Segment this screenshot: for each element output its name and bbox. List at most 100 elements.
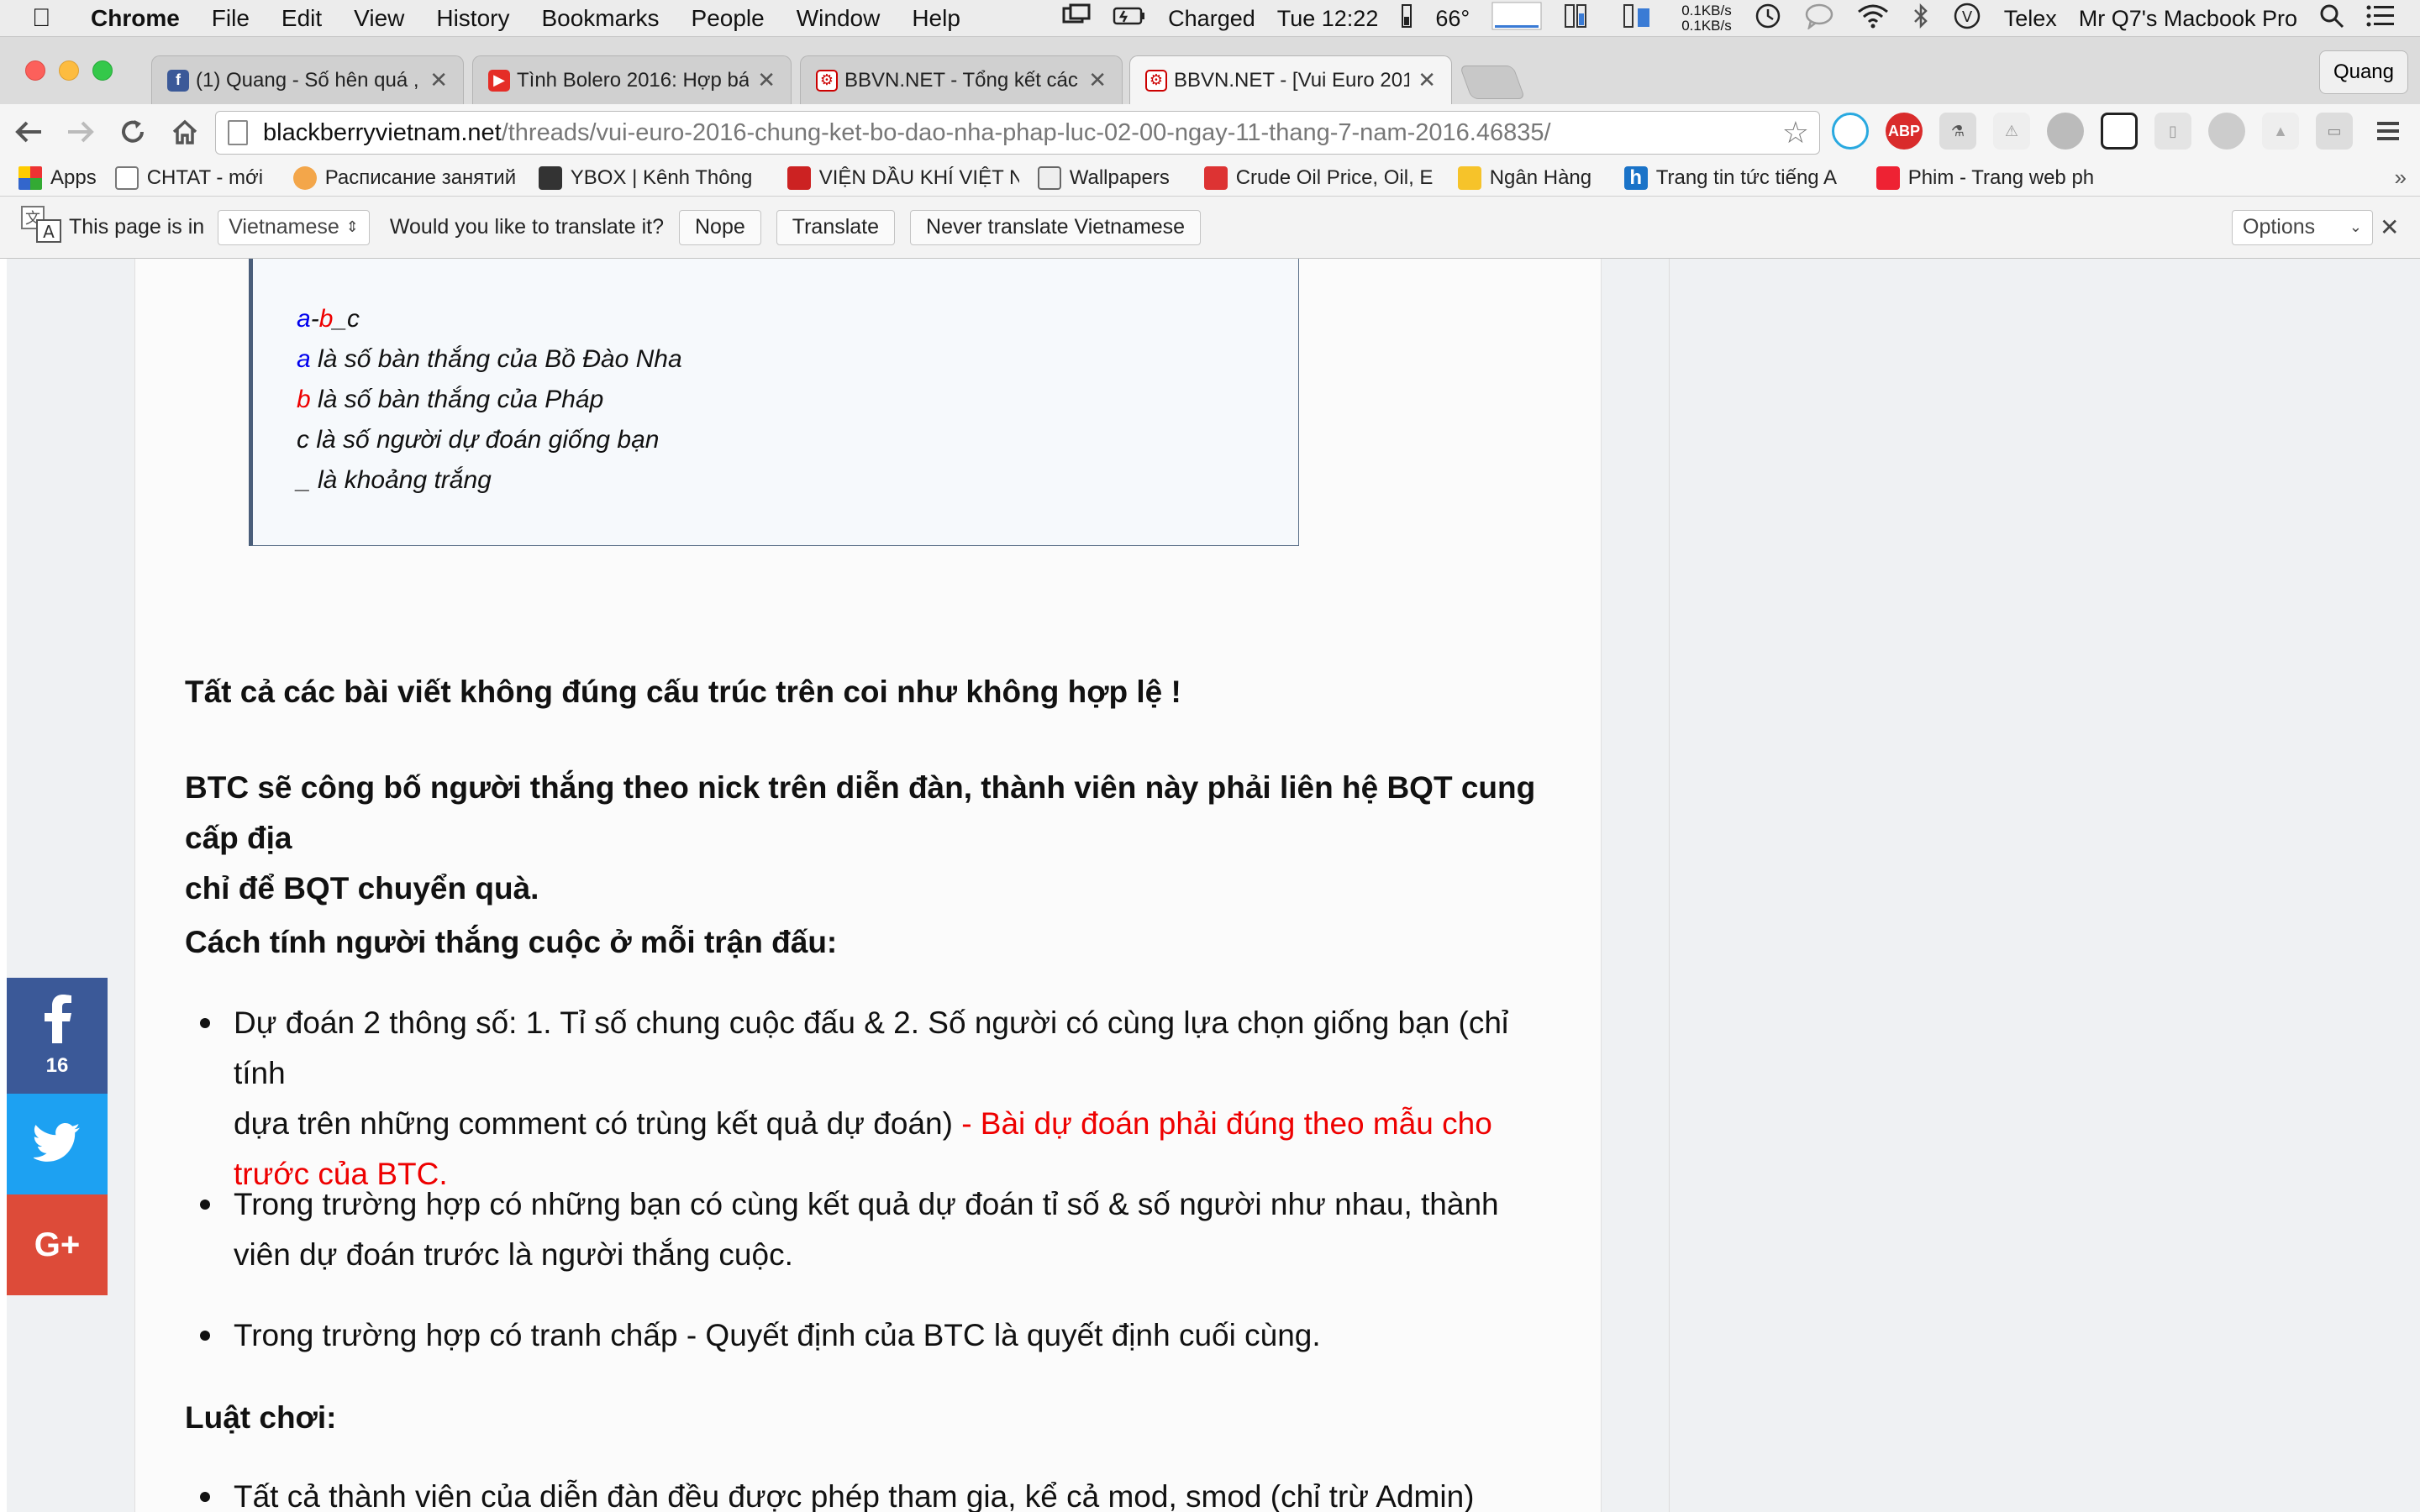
bookmark-label: CHTAT - mới bbox=[146, 165, 264, 189]
close-tab-icon[interactable]: ✕ bbox=[429, 67, 448, 93]
forward-arrow-icon[interactable] bbox=[57, 108, 104, 155]
how-to-win-heading: Cách tính người thắng cuộc ở mỗi trận đấ… bbox=[185, 925, 838, 959]
notification-center-icon[interactable] bbox=[2366, 4, 2395, 34]
nope-button[interactable]: Nope bbox=[678, 209, 761, 245]
browser-window: f (1) Quang - Số hên quá , Eu ✕ ▶ Tình B… bbox=[0, 37, 2420, 1512]
bookmark-vien-dau-khi[interactable]: VIỆN DẦU KHÍ VIỆT N bbox=[786, 165, 1019, 190]
translate-options-select[interactable]: Options ⌄ bbox=[2232, 209, 2373, 245]
cpu-graph-icon bbox=[1491, 2, 1542, 36]
address-bar[interactable]: blackberryvietnam.net/threads/vui-euro-2… bbox=[215, 111, 1820, 155]
battery-icon[interactable] bbox=[1113, 6, 1146, 32]
bookmark-phim[interactable]: Phim - Trang web ph bbox=[1876, 165, 2105, 190]
bookmark-chtat[interactable]: CHTAT - mới bbox=[114, 165, 275, 190]
facebook-share-button[interactable]: 16 bbox=[7, 978, 108, 1094]
screenshot-extension-icon[interactable] bbox=[2101, 113, 2138, 150]
bookmark-ybox[interactable]: YBOX | Kênh Thông bbox=[538, 165, 769, 190]
quote-line-a: a là số bàn thắng của Bồ Đào Nha bbox=[297, 339, 1298, 380]
apple-icon[interactable]:  bbox=[32, 4, 74, 33]
toolbar: blackberryvietnam.net/threads/vui-euro-2… bbox=[0, 104, 2420, 160]
maximize-window-button[interactable] bbox=[92, 60, 113, 81]
adblock-plus-extension-icon[interactable]: ABP bbox=[1886, 113, 1923, 150]
minimize-window-button[interactable] bbox=[59, 60, 79, 81]
bookmark-trang-tin-tuc[interactable]: h Trang tin tức tiếng A bbox=[1623, 165, 1858, 190]
time-machine-icon[interactable] bbox=[1754, 2, 1782, 36]
page-content: a-b_c a là số bàn thắng của Bồ Đào Nha b… bbox=[7, 259, 2420, 1512]
globe-extension-icon[interactable] bbox=[2208, 113, 2245, 150]
twitter-share-button[interactable] bbox=[7, 1094, 108, 1194]
menu-bookmarks[interactable]: Bookmarks bbox=[541, 5, 659, 32]
bookmark-wallpapers[interactable]: Wallpapers bbox=[1037, 165, 1186, 190]
url-path: /threads/vui-euro-2016-chung-ket-bo-dao-… bbox=[501, 118, 1551, 146]
tab-youtube[interactable]: ▶ Tình Bolero 2016: Hợp bác ✕ bbox=[472, 55, 792, 104]
close-tab-icon[interactable]: ✕ bbox=[757, 67, 776, 93]
text-b: là số bàn thắng của Pháp bbox=[310, 386, 604, 413]
spotlight-search-icon[interactable] bbox=[2319, 3, 2344, 34]
vpi-favicon-icon bbox=[786, 165, 811, 190]
bookmark-apps[interactable]: Apps bbox=[18, 165, 97, 190]
bookmark-crude-oil[interactable]: Crude Oil Price, Oil, E bbox=[1203, 165, 1439, 190]
format-b: b bbox=[318, 305, 334, 333]
announce-paragraph: BTC sẽ công bố người thắng theo nick trê… bbox=[185, 763, 1580, 914]
menu-help[interactable]: Help bbox=[912, 5, 960, 32]
menu-app[interactable]: Chrome bbox=[91, 5, 180, 32]
never-translate-button[interactable]: Never translate Vietnamese bbox=[910, 209, 1202, 245]
microscope-extension-icon[interactable]: ⚗ bbox=[1939, 113, 1976, 150]
chat-icon[interactable] bbox=[1804, 3, 1834, 35]
cpu-temp-icon bbox=[1400, 3, 1413, 34]
input-method-icon[interactable]: V bbox=[1952, 2, 1982, 36]
bookmark-label: YBOX | Kênh Thông bbox=[570, 165, 753, 189]
new-tab-button[interactable] bbox=[1459, 66, 1526, 99]
input-method-label[interactable]: Telex bbox=[2004, 6, 2057, 32]
url-host: blackberryvietnam.net bbox=[263, 118, 502, 146]
tab-bbvn-euro[interactable]: ⚙ BBVN.NET - [Vui Euro 201 ✕ bbox=[1129, 55, 1452, 104]
close-tab-icon[interactable]: ✕ bbox=[1418, 67, 1436, 93]
clock[interactable]: Tue 12:22 bbox=[1277, 6, 1379, 32]
back-arrow-icon[interactable] bbox=[5, 108, 52, 155]
page-icon bbox=[228, 120, 248, 145]
translate-button[interactable]: Translate bbox=[776, 209, 896, 245]
bookmark-ngan-hang[interactable]: Ngân Hàng bbox=[1457, 165, 1606, 190]
menu-people[interactable]: People bbox=[692, 5, 765, 32]
close-tab-icon[interactable]: ✕ bbox=[1088, 67, 1107, 93]
menu-history[interactable]: History bbox=[436, 5, 509, 32]
tab-facebook[interactable]: f (1) Quang - Số hên quá , Eu ✕ bbox=[151, 55, 464, 104]
up-down-chevron-icon: ⇕ bbox=[345, 218, 359, 235]
screen-share-icon[interactable] bbox=[1062, 3, 1091, 34]
close-translate-bar-icon[interactable]: ✕ bbox=[2380, 213, 2399, 241]
format-quote-box: a-b_c a là số bàn thắng của Bồ Đào Nha b… bbox=[249, 259, 1299, 546]
profile-button[interactable]: Quang bbox=[2318, 50, 2408, 94]
menu-window[interactable]: Window bbox=[797, 5, 881, 32]
key-b: b bbox=[297, 386, 311, 413]
warning-extension-icon[interactable]: ⚠ bbox=[1993, 113, 2030, 150]
net-down: 0.1KB/s bbox=[1681, 18, 1732, 34]
menu-file[interactable]: File bbox=[212, 5, 250, 32]
tab-label: (1) Quang - Số hên quá , Eu bbox=[196, 68, 421, 92]
user-name[interactable]: Mr Q7's Macbook Pro bbox=[2079, 6, 2297, 32]
menu-view[interactable]: View bbox=[354, 5, 404, 32]
bookmark-schedule[interactable]: Расписание занятий bbox=[292, 165, 520, 190]
close-window-button[interactable] bbox=[25, 60, 45, 81]
drive-extension-icon[interactable]: ▲ bbox=[2262, 113, 2299, 150]
chrome-menu-icon[interactable] bbox=[2370, 113, 2407, 150]
bookmark-extension-icon[interactable]: ▯ bbox=[2154, 113, 2191, 150]
home-icon[interactable] bbox=[161, 108, 208, 155]
bluetooth-icon[interactable] bbox=[1912, 3, 1930, 35]
more-bookmarks-chevron-icon[interactable]: » bbox=[2395, 165, 2407, 191]
gray-extension-icon[interactable] bbox=[2047, 113, 2084, 150]
reload-icon[interactable] bbox=[109, 108, 156, 155]
bookmark-label: Apps bbox=[50, 165, 97, 189]
list-item: Tất cả thành viên của diễn đàn đều được … bbox=[200, 1472, 1561, 1512]
bookmark-star-icon[interactable]: ☆ bbox=[1782, 115, 1809, 150]
wifi-icon[interactable] bbox=[1856, 3, 1890, 34]
tab-bbvn-summary[interactable]: ⚙ BBVN.NET - Tổng kết các c ✕ bbox=[800, 55, 1123, 104]
svg-text:A: A bbox=[43, 222, 55, 242]
cast-extension-icon[interactable]: ▭ bbox=[2316, 113, 2353, 150]
translate-icon: 文A bbox=[20, 205, 62, 249]
grammarly-extension-icon[interactable] bbox=[1832, 113, 1869, 150]
source-language-select[interactable]: Vietnamese ⇕ bbox=[218, 209, 370, 245]
text-a: là số bàn thắng của Bồ Đào Nha bbox=[310, 345, 682, 373]
quote-line-space: _ là khoảng trắng bbox=[297, 466, 492, 494]
movie-favicon-icon bbox=[1876, 165, 1900, 190]
google-plus-share-button[interactable]: G+ bbox=[7, 1194, 108, 1295]
menu-edit[interactable]: Edit bbox=[281, 5, 322, 32]
